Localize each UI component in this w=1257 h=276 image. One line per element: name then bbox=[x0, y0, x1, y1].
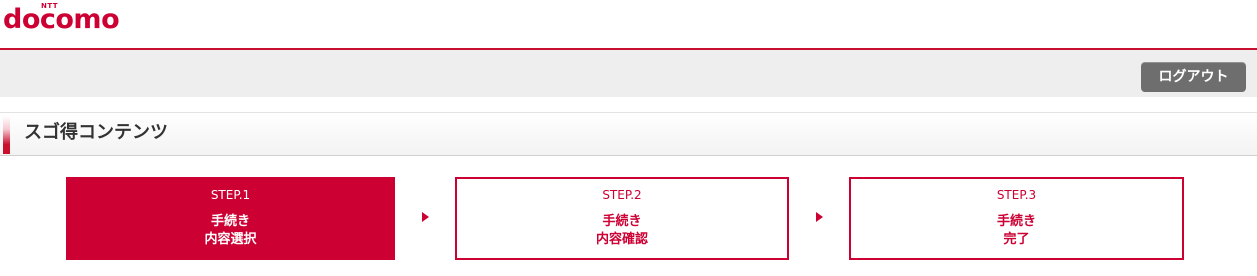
step-label-line2: 内容確認 bbox=[595, 232, 648, 247]
section-accent-bar bbox=[3, 116, 10, 154]
step-2: STEP.2 手続き 内容確認 bbox=[455, 177, 789, 260]
step-number: STEP.3 bbox=[996, 188, 1037, 202]
step-label-line1: 手続き bbox=[996, 214, 1036, 229]
step-1: STEP.1 手続き 内容選択 bbox=[66, 177, 395, 260]
section-header bbox=[0, 112, 1257, 156]
page-title: スゴ得コンテンツ bbox=[24, 122, 168, 143]
logout-button[interactable]: ログアウト bbox=[1141, 62, 1246, 92]
step-3: STEP.3 手続き 完了 bbox=[849, 177, 1184, 260]
step-number: STEP.1 bbox=[210, 188, 251, 202]
docomo-logo[interactable]: NTT docomo bbox=[3, 0, 120, 40]
step-label-line1: 手続き bbox=[210, 214, 250, 229]
step-arrow-icon bbox=[422, 212, 429, 222]
step-label-line2: 完了 bbox=[1003, 232, 1030, 247]
step-label-line1: 手続き bbox=[602, 214, 642, 229]
logo-wordmark: docomo bbox=[3, 4, 120, 35]
site-header: NTT docomo bbox=[0, 0, 1257, 48]
toolbar bbox=[0, 50, 1257, 97]
step-arrow-icon bbox=[816, 212, 823, 222]
step-label-line2: 内容選択 bbox=[204, 232, 257, 247]
step-number: STEP.2 bbox=[602, 188, 642, 202]
